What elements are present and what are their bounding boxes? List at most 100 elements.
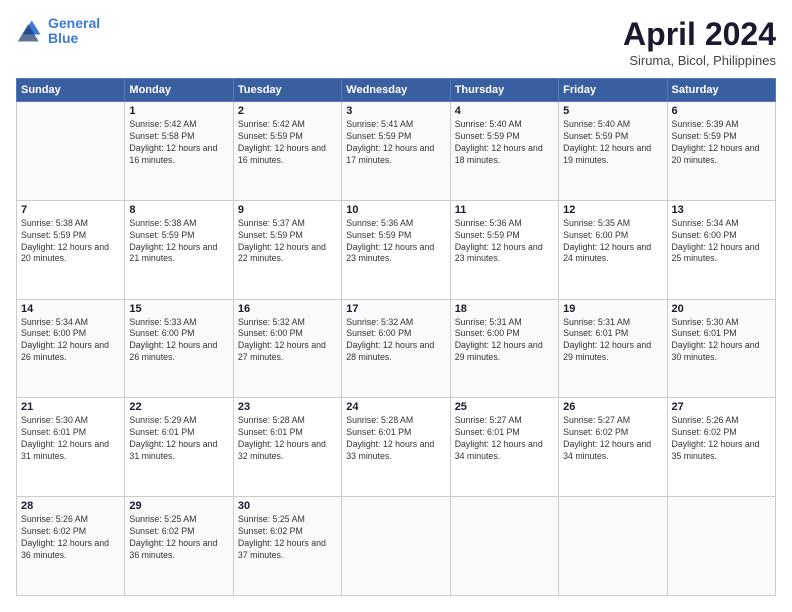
day-number: 18 <box>455 303 554 315</box>
col-sunday: Sunday <box>17 79 125 102</box>
day-number: 22 <box>129 401 228 413</box>
cell-w2-d6: 12 Sunrise: 5:35 AMSunset: 6:00 PMDaylig… <box>559 200 667 299</box>
cell-w2-d1: 7 Sunrise: 5:38 AMSunset: 5:59 PMDayligh… <box>17 200 125 299</box>
cell-w1-d1 <box>17 102 125 201</box>
month-title: April 2024 <box>623 16 776 53</box>
day-info: Sunrise: 5:31 AMSunset: 6:00 PMDaylight:… <box>455 317 554 365</box>
day-info: Sunrise: 5:37 AMSunset: 5:59 PMDaylight:… <box>238 218 337 266</box>
day-number: 29 <box>129 500 228 512</box>
day-number: 8 <box>129 204 228 216</box>
day-info: Sunrise: 5:25 AMSunset: 6:02 PMDaylight:… <box>129 514 228 562</box>
cell-w5-d4 <box>342 497 450 596</box>
cell-w3-d1: 14 Sunrise: 5:34 AMSunset: 6:00 PMDaylig… <box>17 299 125 398</box>
day-info: Sunrise: 5:41 AMSunset: 5:59 PMDaylight:… <box>346 119 445 167</box>
day-info: Sunrise: 5:31 AMSunset: 6:01 PMDaylight:… <box>563 317 662 365</box>
day-number: 30 <box>238 500 337 512</box>
col-saturday: Saturday <box>667 79 775 102</box>
cell-w1-d4: 3 Sunrise: 5:41 AMSunset: 5:59 PMDayligh… <box>342 102 450 201</box>
day-info: Sunrise: 5:30 AMSunset: 6:01 PMDaylight:… <box>21 415 120 463</box>
calendar-table: Sunday Monday Tuesday Wednesday Thursday… <box>16 78 776 596</box>
day-number: 9 <box>238 204 337 216</box>
cell-w1-d7: 6 Sunrise: 5:39 AMSunset: 5:59 PMDayligh… <box>667 102 775 201</box>
cell-w2-d2: 8 Sunrise: 5:38 AMSunset: 5:59 PMDayligh… <box>125 200 233 299</box>
cell-w4-d1: 21 Sunrise: 5:30 AMSunset: 6:01 PMDaylig… <box>17 398 125 497</box>
page: General Blue April 2024 Siruma, Bicol, P… <box>0 0 792 612</box>
day-number: 11 <box>455 204 554 216</box>
day-number: 10 <box>346 204 445 216</box>
day-number: 26 <box>563 401 662 413</box>
day-number: 27 <box>672 401 771 413</box>
day-number: 19 <box>563 303 662 315</box>
header: General Blue April 2024 Siruma, Bicol, P… <box>16 16 776 68</box>
day-number: 6 <box>672 105 771 117</box>
cell-w3-d4: 17 Sunrise: 5:32 AMSunset: 6:00 PMDaylig… <box>342 299 450 398</box>
week-row-1: 1 Sunrise: 5:42 AMSunset: 5:58 PMDayligh… <box>17 102 776 201</box>
day-number: 28 <box>21 500 120 512</box>
day-info: Sunrise: 5:33 AMSunset: 6:00 PMDaylight:… <box>129 317 228 365</box>
cell-w5-d3: 30 Sunrise: 5:25 AMSunset: 6:02 PMDaylig… <box>233 497 341 596</box>
cell-w4-d6: 26 Sunrise: 5:27 AMSunset: 6:02 PMDaylig… <box>559 398 667 497</box>
day-info: Sunrise: 5:29 AMSunset: 6:01 PMDaylight:… <box>129 415 228 463</box>
cell-w2-d3: 9 Sunrise: 5:37 AMSunset: 5:59 PMDayligh… <box>233 200 341 299</box>
day-info: Sunrise: 5:38 AMSunset: 5:59 PMDaylight:… <box>21 218 120 266</box>
cell-w5-d2: 29 Sunrise: 5:25 AMSunset: 6:02 PMDaylig… <box>125 497 233 596</box>
day-number: 3 <box>346 105 445 117</box>
day-info: Sunrise: 5:38 AMSunset: 5:59 PMDaylight:… <box>129 218 228 266</box>
day-info: Sunrise: 5:27 AMSunset: 6:02 PMDaylight:… <box>563 415 662 463</box>
day-info: Sunrise: 5:32 AMSunset: 6:00 PMDaylight:… <box>238 317 337 365</box>
day-number: 5 <box>563 105 662 117</box>
week-row-4: 21 Sunrise: 5:30 AMSunset: 6:01 PMDaylig… <box>17 398 776 497</box>
day-info: Sunrise: 5:26 AMSunset: 6:02 PMDaylight:… <box>21 514 120 562</box>
logo: General Blue <box>16 16 100 47</box>
day-info: Sunrise: 5:26 AMSunset: 6:02 PMDaylight:… <box>672 415 771 463</box>
cell-w5-d6 <box>559 497 667 596</box>
week-row-3: 14 Sunrise: 5:34 AMSunset: 6:00 PMDaylig… <box>17 299 776 398</box>
week-row-5: 28 Sunrise: 5:26 AMSunset: 6:02 PMDaylig… <box>17 497 776 596</box>
day-number: 4 <box>455 105 554 117</box>
day-number: 23 <box>238 401 337 413</box>
cell-w3-d3: 16 Sunrise: 5:32 AMSunset: 6:00 PMDaylig… <box>233 299 341 398</box>
day-info: Sunrise: 5:34 AMSunset: 6:00 PMDaylight:… <box>672 218 771 266</box>
col-thursday: Thursday <box>450 79 558 102</box>
day-info: Sunrise: 5:25 AMSunset: 6:02 PMDaylight:… <box>238 514 337 562</box>
day-number: 13 <box>672 204 771 216</box>
cell-w5-d5 <box>450 497 558 596</box>
col-tuesday: Tuesday <box>233 79 341 102</box>
day-info: Sunrise: 5:27 AMSunset: 6:01 PMDaylight:… <box>455 415 554 463</box>
day-info: Sunrise: 5:42 AMSunset: 5:59 PMDaylight:… <box>238 119 337 167</box>
day-info: Sunrise: 5:28 AMSunset: 6:01 PMDaylight:… <box>238 415 337 463</box>
cell-w4-d2: 22 Sunrise: 5:29 AMSunset: 6:01 PMDaylig… <box>125 398 233 497</box>
day-number: 12 <box>563 204 662 216</box>
week-row-2: 7 Sunrise: 5:38 AMSunset: 5:59 PMDayligh… <box>17 200 776 299</box>
day-info: Sunrise: 5:34 AMSunset: 6:00 PMDaylight:… <box>21 317 120 365</box>
logo-line1: General <box>48 15 100 31</box>
day-number: 21 <box>21 401 120 413</box>
day-number: 20 <box>672 303 771 315</box>
cell-w1-d5: 4 Sunrise: 5:40 AMSunset: 5:59 PMDayligh… <box>450 102 558 201</box>
day-info: Sunrise: 5:40 AMSunset: 5:59 PMDaylight:… <box>563 119 662 167</box>
cell-w4-d7: 27 Sunrise: 5:26 AMSunset: 6:02 PMDaylig… <box>667 398 775 497</box>
day-number: 25 <box>455 401 554 413</box>
cell-w2-d5: 11 Sunrise: 5:36 AMSunset: 5:59 PMDaylig… <box>450 200 558 299</box>
day-info: Sunrise: 5:35 AMSunset: 6:00 PMDaylight:… <box>563 218 662 266</box>
cell-w4-d4: 24 Sunrise: 5:28 AMSunset: 6:01 PMDaylig… <box>342 398 450 497</box>
cell-w3-d2: 15 Sunrise: 5:33 AMSunset: 6:00 PMDaylig… <box>125 299 233 398</box>
day-number: 16 <box>238 303 337 315</box>
day-number: 2 <box>238 105 337 117</box>
day-number: 17 <box>346 303 445 315</box>
day-number: 24 <box>346 401 445 413</box>
col-friday: Friday <box>559 79 667 102</box>
day-number: 1 <box>129 105 228 117</box>
cell-w5-d1: 28 Sunrise: 5:26 AMSunset: 6:02 PMDaylig… <box>17 497 125 596</box>
logo-text: General Blue <box>48 16 100 47</box>
day-info: Sunrise: 5:36 AMSunset: 5:59 PMDaylight:… <box>346 218 445 266</box>
cell-w3-d5: 18 Sunrise: 5:31 AMSunset: 6:00 PMDaylig… <box>450 299 558 398</box>
title-block: April 2024 Siruma, Bicol, Philippines <box>623 16 776 68</box>
logo-icon <box>16 17 44 45</box>
col-monday: Monday <box>125 79 233 102</box>
col-wednesday: Wednesday <box>342 79 450 102</box>
logo-line2: Blue <box>48 30 78 46</box>
cell-w1-d6: 5 Sunrise: 5:40 AMSunset: 5:59 PMDayligh… <box>559 102 667 201</box>
cell-w5-d7 <box>667 497 775 596</box>
location: Siruma, Bicol, Philippines <box>623 53 776 68</box>
